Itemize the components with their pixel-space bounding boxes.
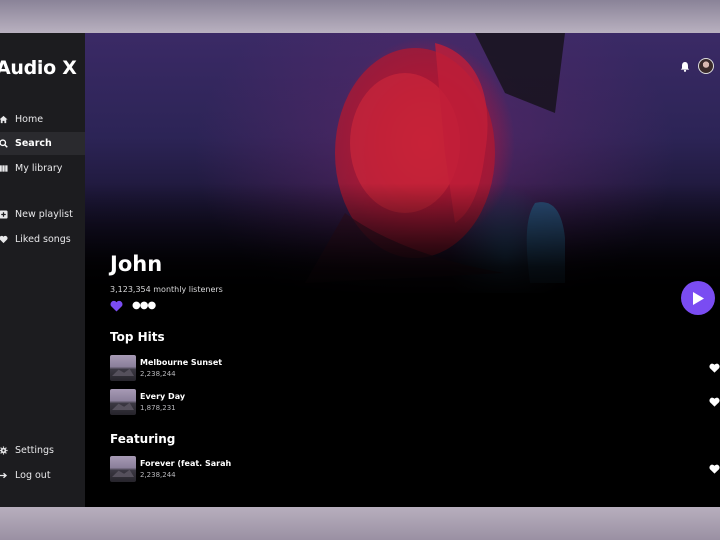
track-thumbnail: [110, 389, 136, 415]
bell-icon[interactable]: [680, 61, 690, 72]
sidebar-item-liked-songs[interactable]: Liked songs: [0, 228, 85, 251]
home-icon: [0, 115, 8, 124]
sidebar-item-search[interactable]: Search: [0, 132, 85, 155]
artist-hero-image: [85, 33, 720, 303]
track-title: Every Day: [140, 392, 186, 401]
like-track-heart-icon[interactable]: [709, 363, 720, 373]
top-hits-title: Top Hits: [110, 330, 165, 344]
app-logo: Audio X: [0, 57, 77, 79]
search-icon: [0, 139, 8, 148]
sidebar-item-label: Search: [15, 138, 52, 149]
like-artist-heart-icon[interactable]: [110, 300, 123, 312]
sidebar-item-home[interactable]: Home: [0, 108, 85, 131]
play-icon: [693, 291, 704, 305]
sidebar-item-label: My library: [15, 163, 63, 174]
track-row[interactable]: Every Day 1,878,231: [110, 389, 720, 415]
sidebar-item-label: Settings: [15, 445, 54, 456]
track-title: Melbourne Sunset: [140, 358, 223, 367]
track-plays: 1,878,231: [140, 404, 176, 412]
play-button[interactable]: [681, 281, 715, 315]
sidebar-item-label: Log out: [15, 470, 51, 481]
library-icon: [0, 164, 8, 173]
artist-name: John: [110, 252, 163, 276]
track-row[interactable]: Melbourne Sunset 2,238,244: [110, 355, 720, 381]
sidebar-item-log-out[interactable]: Log out: [0, 464, 85, 487]
like-track-heart-icon[interactable]: [709, 397, 720, 407]
track-title: Forever (feat. Sarah: [140, 459, 232, 468]
artist-page: John 3,123,354 monthly listeners ●●● Top…: [85, 33, 720, 507]
gear-icon: [0, 446, 8, 455]
sidebar-item-label: Liked songs: [15, 234, 71, 245]
header-actions: [680, 58, 714, 74]
track-plays: 2,238,244: [140, 471, 176, 479]
app-window: Audio X Home Search My library New playl…: [0, 33, 720, 507]
sidebar: Audio X Home Search My library New playl…: [0, 33, 85, 507]
track-thumbnail: [110, 355, 136, 381]
track-thumbnail: [110, 456, 136, 482]
sidebar-item-my-library[interactable]: My library: [0, 157, 85, 180]
track-row[interactable]: Forever (feat. Sarah 2,238,244: [110, 456, 720, 482]
track-plays: 2,238,244: [140, 370, 176, 378]
sidebar-item-new-playlist[interactable]: New playlist: [0, 203, 85, 226]
more-options-icon[interactable]: ●●●: [132, 301, 156, 311]
sidebar-item-label: Home: [15, 114, 44, 125]
avatar[interactable]: [698, 58, 714, 74]
featuring-title: Featuring: [110, 432, 176, 446]
monthly-listeners: 3,123,354 monthly listeners: [110, 285, 223, 294]
heart-icon: [0, 235, 8, 244]
like-track-heart-icon[interactable]: [709, 464, 720, 474]
logout-icon: [0, 471, 8, 480]
sidebar-item-settings[interactable]: Settings: [0, 439, 85, 462]
add-playlist-icon: [0, 210, 8, 219]
sidebar-item-label: New playlist: [15, 209, 73, 220]
